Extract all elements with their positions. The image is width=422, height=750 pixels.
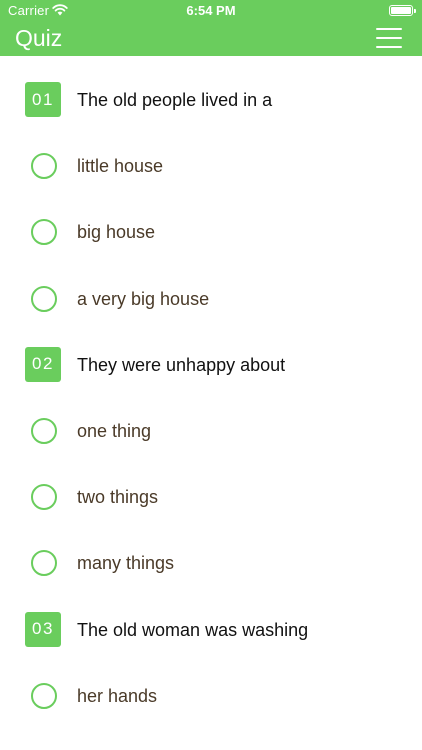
answer-option-label[interactable]: one thing: [77, 421, 151, 442]
question-text: The old woman was washing: [77, 619, 309, 640]
question-number-badge: 01: [25, 82, 61, 117]
page-title: Quiz: [15, 25, 63, 51]
answer-option[interactable]: a very big house: [0, 255, 422, 321]
answer-option[interactable]: little house: [0, 122, 422, 188]
radio-button[interactable]: [31, 153, 57, 180]
question-text: The old people lived in a: [77, 90, 273, 110]
radio-button[interactable]: [31, 484, 57, 511]
question-number-badge: 03: [25, 611, 61, 647]
hamburger-menu-icon[interactable]: [376, 28, 402, 48]
question-text: They were unhappy about: [77, 354, 286, 375]
top-bar: Carrier 6:54 PM Quiz: [0, 0, 422, 56]
question-row: 01 The old people lived in a: [0, 56, 422, 122]
question-row: 02 They were unhappy about: [0, 321, 422, 387]
answer-option-label[interactable]: a very big house: [77, 289, 209, 310]
answer-option[interactable]: one thing: [0, 387, 422, 453]
answer-option[interactable]: many things: [0, 519, 422, 585]
radio-button[interactable]: [31, 550, 57, 577]
answer-option-label[interactable]: little house: [77, 156, 163, 177]
radio-button[interactable]: [31, 285, 57, 312]
quiz-list: 01 The old people lived in a little house b…: [0, 56, 422, 718]
answer-option-label[interactable]: many things: [77, 553, 174, 574]
question-number-badge: 02: [25, 346, 61, 382]
answer-option[interactable]: big house: [0, 188, 422, 254]
status-bar: Carrier 6:54 PM: [0, 0, 422, 22]
battery-icon: [389, 5, 416, 16]
answer-option[interactable]: two things: [0, 453, 422, 519]
answer-option-label[interactable]: two things: [77, 487, 158, 508]
quiz-screen: Carrier 6:54 PM Quiz 01 The old people li…: [0, 0, 422, 750]
status-time: 6:54 PM: [186, 3, 236, 18]
radio-button[interactable]: [31, 682, 57, 709]
answer-option[interactable]: her hands: [0, 652, 422, 718]
answer-option-label[interactable]: big house: [77, 222, 155, 243]
question-row: 03 The old woman was washing: [0, 586, 422, 652]
radio-button[interactable]: [31, 219, 57, 246]
radio-button[interactable]: [31, 417, 57, 444]
answer-option-label[interactable]: her hands: [77, 686, 157, 707]
